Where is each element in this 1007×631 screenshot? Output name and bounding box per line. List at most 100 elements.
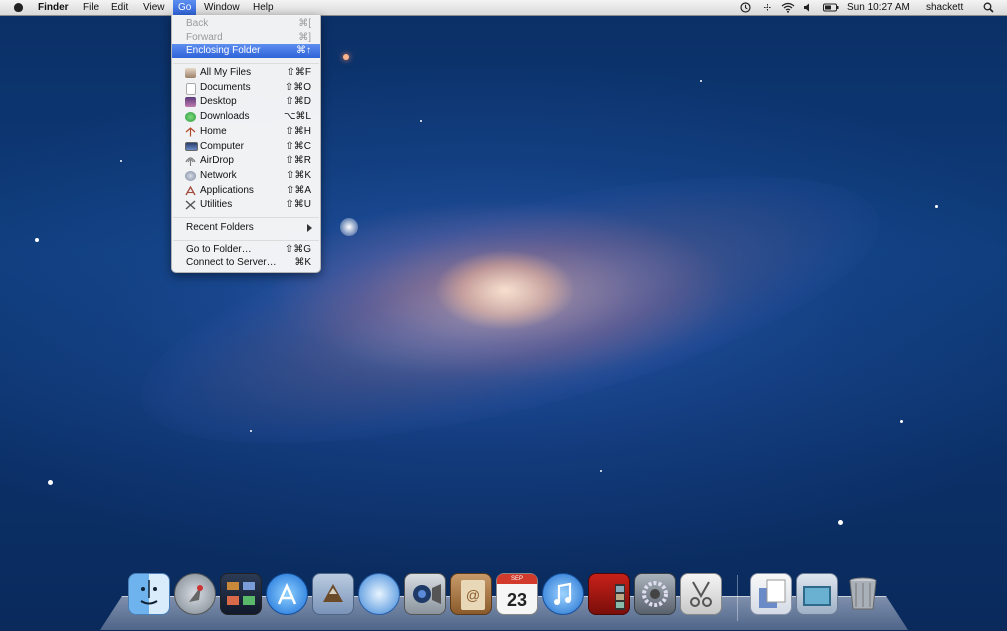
- safari-icon[interactable]: [358, 573, 400, 615]
- star: [250, 430, 252, 432]
- menu-item-documents[interactable]: Documents ⇧⌘O: [172, 81, 320, 95]
- apple-menu-icon[interactable]: [12, 1, 24, 15]
- menu-item-downloads[interactable]: Downloads ⌥⌘L: [172, 110, 320, 124]
- bluetooth-icon[interactable]: [762, 2, 773, 13]
- menu-window[interactable]: Window: [204, 1, 240, 15]
- menu-view[interactable]: View: [143, 1, 165, 15]
- menu-item-label: Network: [200, 170, 237, 181]
- menu-item-desktop[interactable]: Desktop ⇧⌘D: [172, 95, 320, 109]
- menu-item-applications[interactable]: Applications ⇧⌘A: [172, 184, 320, 198]
- star: [35, 238, 39, 242]
- menu-item-label: Utilities: [200, 199, 233, 210]
- volume-icon[interactable]: [802, 2, 813, 13]
- menubar-user[interactable]: shackett: [926, 1, 963, 15]
- finder-icon[interactable]: [128, 573, 170, 615]
- launchpad-icon[interactable]: [174, 573, 216, 615]
- calendar-icon[interactable]: SEP 23: [496, 573, 538, 615]
- dock-separator: [737, 575, 738, 621]
- svg-text:@: @: [466, 587, 480, 603]
- go-menu-dropdown: Back ⌘[ Forward ⌘] Enclosing Folder ⌘↑ A…: [171, 15, 321, 273]
- app-store-icon[interactable]: [266, 573, 308, 615]
- mission-control-icon[interactable]: [220, 573, 262, 615]
- menu-item-shortcut: ⇧⌘R: [285, 155, 311, 166]
- menu-item-label: Computer: [200, 141, 244, 152]
- calendar-month: SEP: [497, 574, 537, 584]
- photo-booth-icon[interactable]: [588, 573, 630, 615]
- menu-item-forward[interactable]: Forward ⌘]: [172, 31, 320, 45]
- airdrop-icon: [185, 156, 196, 166]
- menu-item-label: Desktop: [200, 96, 237, 107]
- time-machine-icon[interactable]: [740, 2, 751, 13]
- menu-separator: [173, 217, 319, 218]
- menu-item-airdrop[interactable]: AirDrop ⇧⌘R: [172, 154, 320, 168]
- menu-item-shortcut: ⇧⌘H: [285, 126, 311, 137]
- menu-item-shortcut: ⇧⌘D: [285, 96, 311, 107]
- wifi-icon[interactable]: [781, 2, 795, 13]
- menu-item-shortcut: ⇧⌘F: [286, 67, 312, 78]
- menu-item-label: Go to Folder…: [186, 244, 252, 255]
- star: [900, 420, 903, 423]
- menu-item-enclosing-folder[interactable]: Enclosing Folder ⌘↑: [172, 44, 320, 58]
- calendar-day: 23: [506, 590, 528, 610]
- star: [838, 520, 843, 525]
- address-book-icon[interactable]: @: [450, 573, 492, 615]
- trash-icon[interactable]: [843, 573, 883, 613]
- menu-file[interactable]: File: [83, 1, 99, 15]
- star: [935, 205, 938, 208]
- menu-edit[interactable]: Edit: [111, 1, 128, 15]
- menu-item-network[interactable]: Network ⇧⌘K: [172, 169, 320, 183]
- spotlight-icon[interactable]: [983, 2, 994, 13]
- menu-item-shortcut: ⌥⌘L: [283, 111, 311, 122]
- star: [120, 160, 122, 162]
- downloads-stack-icon[interactable]: [796, 573, 838, 615]
- documents-stack-icon[interactable]: [750, 573, 792, 615]
- star: [700, 80, 702, 82]
- menu-help[interactable]: Help: [253, 1, 274, 15]
- utilities-icon: [185, 200, 196, 210]
- menu-item-shortcut: ⌘↑: [296, 45, 311, 56]
- mail-icon[interactable]: [312, 573, 354, 615]
- battery-icon[interactable]: [823, 2, 839, 13]
- menu-item-all-my-files[interactable]: All My Files ⇧⌘F: [172, 66, 320, 80]
- menu-item-go-to-folder[interactable]: Go to Folder… ⇧⌘G: [172, 243, 320, 257]
- menu-app-name[interactable]: Finder: [38, 1, 69, 15]
- menu-item-computer[interactable]: Computer ⇧⌘C: [172, 140, 320, 154]
- menu-item-home[interactable]: Home ⇧⌘H: [172, 125, 320, 139]
- menu-item-connect-to-server[interactable]: Connect to Server… ⌘K: [172, 256, 320, 270]
- menu-item-label: All My Files: [200, 67, 252, 78]
- menubar-clock[interactable]: Sun 10:27 AM: [847, 1, 910, 15]
- network-icon: [185, 171, 196, 181]
- applications-icon: [185, 185, 196, 196]
- menu-bar: Finder File Edit View Go Window Help Sun…: [0, 0, 1007, 16]
- menu-item-shortcut: ⇧⌘G: [284, 244, 311, 255]
- menu-item-back[interactable]: Back ⌘[: [172, 17, 320, 31]
- menu-separator: [173, 240, 319, 241]
- star: [420, 120, 422, 122]
- menu-item-label: Enclosing Folder: [186, 45, 261, 56]
- itunes-icon[interactable]: [542, 573, 584, 615]
- home-icon: [185, 127, 196, 137]
- menu-item-shortcut: ⇧⌘C: [285, 141, 311, 152]
- facetime-icon[interactable]: [404, 573, 446, 615]
- all-my-files-icon: [185, 68, 196, 78]
- menu-item-recent-folders[interactable]: Recent Folders: [172, 221, 320, 235]
- menu-item-shortcut: ⇧⌘O: [284, 82, 311, 93]
- star: [340, 218, 358, 236]
- star: [600, 470, 602, 472]
- menu-item-utilities[interactable]: Utilities ⇧⌘U: [172, 198, 320, 212]
- menu-go[interactable]: Go: [173, 0, 197, 15]
- desktop-wallpaper: [0, 0, 1007, 630]
- menu-item-shortcut: ⌘]: [298, 32, 311, 43]
- documents-icon: [186, 83, 196, 95]
- menu-item-label: Home: [200, 126, 227, 137]
- system-preferences-icon[interactable]: [634, 573, 676, 615]
- menu-item-label: Applications: [200, 185, 254, 196]
- desktop-icon: [185, 97, 196, 107]
- menu-item-shortcut: ⌘[: [298, 18, 311, 29]
- menu-item-shortcut: ⇧⌘A: [285, 185, 311, 196]
- menu-item-label: Forward: [186, 32, 223, 43]
- preview-icon[interactable]: [680, 573, 722, 615]
- star: [343, 54, 349, 60]
- menu-item-shortcut: ⌘K: [294, 257, 311, 268]
- menu-item-label: Recent Folders: [186, 222, 254, 233]
